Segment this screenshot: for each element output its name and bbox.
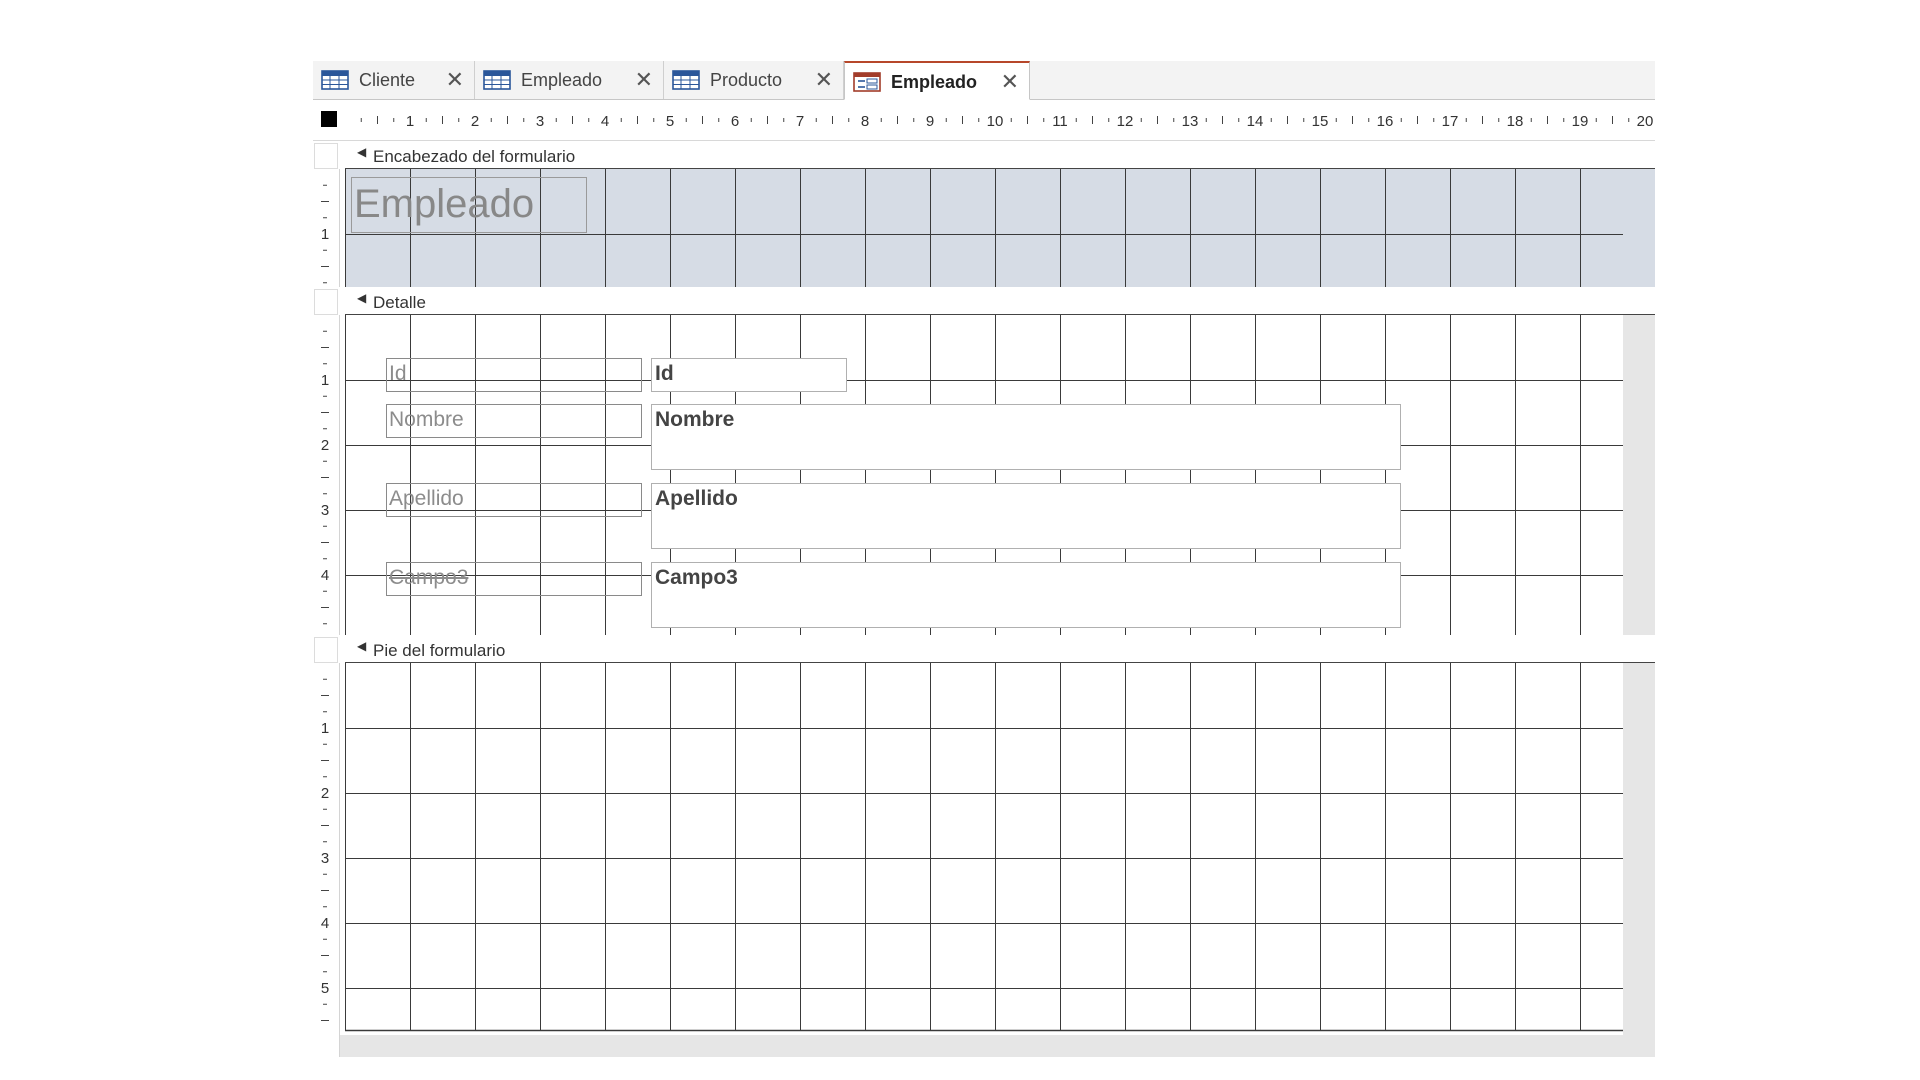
label-id[interactable]: Id	[386, 358, 642, 392]
textbox-apellido[interactable]: Apellido	[651, 483, 1401, 549]
tab-cliente[interactable]: Cliente ✕	[313, 61, 475, 99]
section-arrow-icon: ◀	[357, 291, 367, 305]
document-tab-bar: Cliente ✕ Empleado ✕ Producto ✕ Empleado…	[313, 61, 1655, 100]
vertical-ruler-footer: 1 2 3 4 5	[313, 663, 340, 1035]
ruler-label: 5	[321, 980, 329, 997]
label-campo3[interactable]: Campo3	[386, 562, 642, 596]
ruler-label: 2	[471, 113, 479, 130]
ruler-label: 3	[321, 502, 329, 519]
form-design-window: Cliente ✕ Empleado ✕ Producto ✕ Empleado…	[313, 61, 1655, 1057]
label-apellido[interactable]: Apellido	[386, 483, 642, 517]
form-icon	[853, 72, 881, 92]
section-title: Encabezado del formulario	[373, 147, 576, 166]
footer-section-grid[interactable]	[345, 663, 1623, 1035]
tab-producto[interactable]: Producto ✕	[664, 61, 844, 99]
table-icon	[321, 70, 349, 90]
section-title: Pie del formulario	[373, 641, 506, 660]
textbox-campo3[interactable]: Campo3	[651, 562, 1401, 628]
vertical-ruler-detail: 1 2 3 4	[313, 315, 340, 635]
ruler-label: 14	[1247, 113, 1264, 130]
ruler-label: 16	[1377, 113, 1394, 130]
close-icon[interactable]: ✕	[1001, 69, 1019, 95]
tab-label: Empleado	[891, 72, 978, 92]
ruler-label: 12	[1117, 113, 1134, 130]
ruler-label: 17	[1442, 113, 1459, 130]
horizontal-ruler[interactable]: 1 2 3 4 5 6 7 8 9 10 11 12 13 14 15 16 17 18 19 20	[313, 100, 1655, 141]
label-nombre[interactable]: Nombre	[386, 404, 642, 438]
section-bar-header[interactable]: ◀ Encabezado del formulario	[313, 141, 1655, 169]
ruler-label: 2	[321, 437, 329, 454]
section-selector[interactable]	[314, 143, 338, 169]
ruler-label: 1	[321, 720, 329, 737]
ruler-label: 7	[796, 113, 804, 130]
ruler-label: 2	[321, 785, 329, 802]
ruler-label: 18	[1507, 113, 1524, 130]
section-bar-footer[interactable]: ◀ Pie del formulario	[313, 635, 1655, 663]
table-icon	[483, 70, 511, 90]
section-arrow-icon: ◀	[357, 145, 367, 159]
close-icon[interactable]: ✕	[635, 67, 653, 93]
tab-empleado-form[interactable]: Empleado ✕	[844, 61, 1030, 100]
ruler-label: 4	[321, 915, 329, 932]
form-title-label[interactable]: Empleado	[351, 177, 587, 233]
ruler-label: 19	[1572, 113, 1589, 130]
vertical-ruler-header: 1	[313, 169, 340, 287]
section-bar-detail[interactable]: ◀ Detalle	[313, 287, 1655, 315]
ruler-label: 6	[731, 113, 739, 130]
tab-empleado-table[interactable]: Empleado ✕	[475, 61, 664, 99]
form-selector[interactable]	[321, 111, 337, 127]
ruler-label: 8	[861, 113, 869, 130]
ruler-label: 9	[926, 113, 934, 130]
section-title: Detalle	[373, 293, 426, 312]
ruler-label: 15	[1312, 113, 1329, 130]
ruler-label: 20	[1637, 113, 1654, 130]
form-bottom-edge	[313, 1035, 1655, 1057]
ruler-label: 4	[601, 113, 609, 130]
tab-label: Cliente	[359, 70, 416, 90]
ruler-label: 13	[1182, 113, 1199, 130]
ruler-label: 3	[536, 113, 544, 130]
ruler-label: 4	[321, 567, 329, 584]
ruler-label: 5	[666, 113, 674, 130]
ruler-label: 1	[321, 372, 329, 389]
section-arrow-icon: ◀	[357, 639, 367, 653]
horizontal-ruler-scale: 1 2 3 4 5 6 7 8 9 10 11 12 13 14 15 16 17 18 19 20	[360, 113, 1654, 130]
ruler-label: 1	[321, 226, 329, 243]
ruler-label: 10	[987, 113, 1004, 130]
section-selector[interactable]	[314, 637, 338, 663]
ruler-label: 3	[321, 850, 329, 867]
tab-label: Producto	[710, 70, 783, 90]
tab-label: Empleado	[521, 70, 603, 90]
ruler-label: 11	[1052, 113, 1068, 130]
textbox-id[interactable]: Id	[651, 358, 847, 392]
table-icon	[672, 70, 700, 90]
close-icon[interactable]: ✕	[446, 67, 464, 93]
textbox-nombre[interactable]: Nombre	[651, 404, 1401, 470]
close-icon[interactable]: ✕	[815, 67, 833, 93]
section-selector[interactable]	[314, 289, 338, 315]
ruler-label: 1	[406, 113, 414, 130]
